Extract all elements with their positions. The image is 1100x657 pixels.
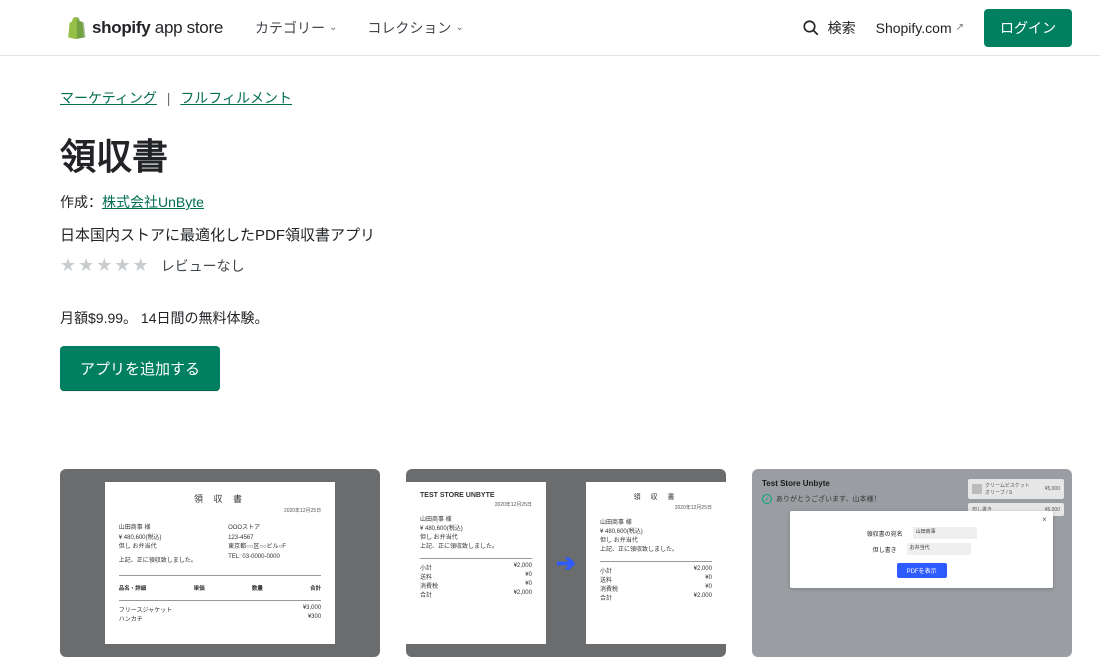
- author-line: 作成：株式会社UnByte: [60, 192, 1040, 212]
- screenshot-thumb[interactable]: 領 収 書 2020年12月25日 山田商事 様 ¥ 480,600(税込) 但…: [60, 469, 380, 657]
- header-right: 検索 Shopify.com ↗ ログイン: [802, 9, 1072, 47]
- search-button[interactable]: 検索: [802, 18, 856, 38]
- screenshot-gallery: 領 収 書 2020年12月25日 山田商事 様 ¥ 480,600(税込) 但…: [60, 469, 1040, 657]
- modal-field-label: 領収書の宛名: [867, 529, 903, 538]
- shopify-logo[interactable]: shopify app store: [66, 17, 223, 39]
- primary-nav: カテゴリー ⌄ コレクション ⌄: [255, 18, 464, 38]
- close-icon: ×: [1042, 515, 1047, 524]
- nav-categories[interactable]: カテゴリー ⌄: [255, 18, 337, 38]
- reviews-label: レビューなし: [161, 256, 245, 276]
- receipt-title: 領 収 書: [119, 492, 321, 505]
- rating-row: ★★★★★ レビューなし: [60, 255, 1040, 276]
- receipt-preview: 領 収 書 2020年12月25日 山田商事 様 ¥ 480,600(税込) 但…: [105, 482, 335, 644]
- shopify-com-link[interactable]: Shopify.com ↗: [876, 20, 964, 36]
- receipt-preview: 領 収 書 2020年12月25日 山田商事 様 ¥ 480,600(税込) 但…: [586, 482, 726, 644]
- crumb-separator: |: [167, 90, 171, 106]
- modal-submit-button: PDFを表示: [897, 563, 947, 578]
- modal-input: お弁当代: [907, 543, 971, 555]
- developer-link[interactable]: 株式会社UnByte: [102, 194, 204, 210]
- chevron-down-icon: ⌄: [455, 22, 463, 33]
- page-title: 領収書: [60, 128, 1040, 180]
- search-icon: [802, 19, 820, 37]
- tagline: 日本国内ストアに最適化したPDF領収書アプリ: [60, 224, 1040, 245]
- crumb-fulfillment[interactable]: フルフィルメント: [180, 90, 292, 106]
- modal-field-label: 但し書き: [873, 545, 897, 554]
- search-label: 検索: [828, 18, 856, 38]
- logo-text: shopify app store: [92, 18, 223, 38]
- screenshot-thumb[interactable]: Test Store Unbyte ✓ ありがとうございます、山本様！ クリーム…: [752, 469, 1072, 657]
- crumb-marketing[interactable]: マーケティング: [60, 90, 157, 106]
- chevron-down-icon: ⌄: [329, 22, 337, 33]
- product-thumb-icon: [972, 484, 982, 494]
- screenshot-thumb[interactable]: TEST STORE UNBYTE 2020年12月25日 山田商事 様 ¥ 4…: [406, 469, 726, 657]
- receipt-preview: TEST STORE UNBYTE 2020年12月25日 山田商事 様 ¥ 4…: [406, 482, 546, 644]
- by-prefix: 作成：: [60, 194, 102, 210]
- breadcrumb: マーケティング | フルフィルメント: [60, 88, 1040, 108]
- nav-collections[interactable]: コレクション ⌄: [367, 18, 463, 38]
- nav-collections-label: コレクション: [367, 18, 451, 38]
- receipt-store: TEST STORE UNBYTE: [420, 492, 532, 499]
- modal-input: 山田商事: [913, 527, 977, 539]
- shopify-com-label: Shopify.com: [876, 20, 952, 36]
- site-header: shopify app store カテゴリー ⌄ コレクション ⌄ 検索 Sh…: [0, 0, 1100, 56]
- receipt-modal: × 領収書の宛名 山田商事 但し書き お弁当代 PDFを表示: [790, 511, 1052, 588]
- add-app-button[interactable]: アプリを追加する: [60, 346, 220, 391]
- shopify-bag-icon: [66, 17, 86, 39]
- main-content: マーケティング | フルフィルメント 領収書 作成：株式会社UnByte 日本国…: [0, 56, 1100, 657]
- nav-categories-label: カテゴリー: [255, 18, 325, 38]
- receipt-date: 2020年12月25日: [119, 507, 321, 514]
- external-link-icon: ↗: [956, 22, 964, 33]
- check-circle-icon: ✓: [762, 494, 772, 504]
- pricing-text: 月額$9.99。 14日間の無料体験。: [60, 308, 1040, 328]
- login-button[interactable]: ログイン: [984, 9, 1072, 47]
- list-item: クリームビスケット オリーブ / S ¥5,000: [968, 479, 1064, 499]
- star-rating-icon: ★★★★★: [60, 255, 151, 276]
- arrow-right-icon: ➔: [556, 549, 576, 578]
